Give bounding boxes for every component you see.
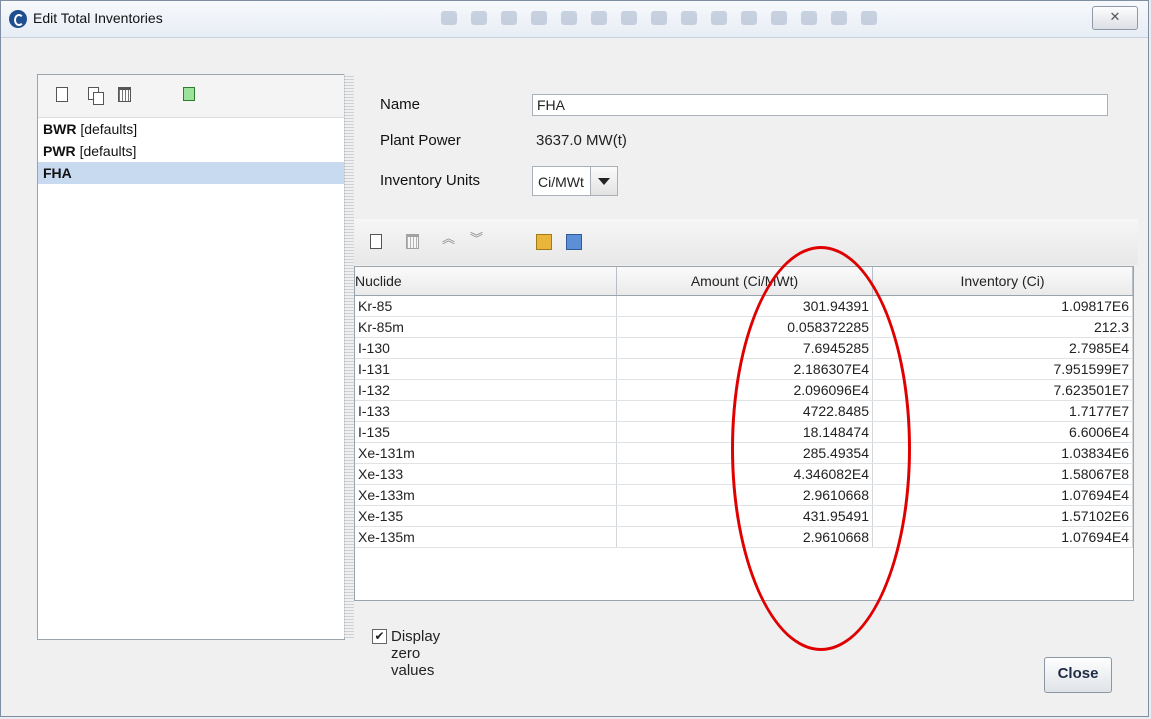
table-row[interactable]: Xe-133m 2.9610668 1.07694E4: [355, 485, 1133, 506]
amount-cell[interactable]: 2.9610668: [617, 527, 873, 547]
nuclide-cell[interactable]: I-133: [355, 401, 617, 421]
table-toolbar: ︽ ︾: [354, 219, 1138, 265]
list-item-name: FHA: [43, 165, 72, 181]
table-row[interactable]: I-133 4722.8485 1.7177E7: [355, 401, 1133, 422]
inventory-units-label: Inventory Units: [380, 172, 481, 189]
inventory-cell[interactable]: 7.623501E7: [873, 380, 1133, 400]
list-item-tag: [defaults]: [80, 121, 138, 137]
table-row[interactable]: I-132 2.096096E4 7.623501E7: [355, 380, 1133, 401]
nuclide-table: Nuclide Amount (Ci/MWt) Inventory (Ci) K…: [354, 266, 1134, 601]
table-row[interactable]: I-131 2.186307E4 7.951599E7: [355, 359, 1133, 380]
inventory-list-panel: BWR [defaults] PWR [defaults] FHA: [37, 74, 345, 640]
inventory-units-value: Ci/MWt: [538, 174, 584, 190]
table-row[interactable]: Kr-85m 0.058372285 212.3: [355, 317, 1133, 338]
col-header-nuclide[interactable]: Nuclide: [355, 267, 617, 295]
nuclide-cell[interactable]: Xe-133m: [355, 485, 617, 505]
chevron-down-icon[interactable]: [590, 167, 617, 195]
name-label: Name: [380, 96, 421, 113]
import-icon[interactable]: [536, 234, 552, 251]
col-header-amount[interactable]: Amount (Ci/MWt): [617, 267, 873, 295]
inventory-cell[interactable]: 212.3: [873, 317, 1133, 337]
table-row[interactable]: Xe-133 4.346082E4 1.58067E8: [355, 464, 1133, 485]
title-bar: Edit Total Inventories ✕: [1, 1, 1148, 38]
nuclide-cell[interactable]: I-132: [355, 380, 617, 400]
amount-cell[interactable]: 18.148474: [617, 422, 873, 442]
splitter-handle[interactable]: [344, 74, 354, 638]
edit-total-inventories-window: Edit Total Inventories ✕ BWR [defaults]: [0, 0, 1149, 717]
move-down-icon[interactable]: ︾: [470, 232, 486, 251]
inventory-cell[interactable]: 1.09817E6: [873, 296, 1133, 316]
inventory-cell[interactable]: 6.6006E4: [873, 422, 1133, 442]
name-field[interactable]: FHA: [532, 94, 1108, 116]
list-item-pwr[interactable]: PWR [defaults]: [38, 140, 344, 162]
plant-power-label: Plant Power: [380, 132, 461, 149]
list-item-name: BWR: [43, 121, 77, 137]
close-button[interactable]: Close: [1044, 657, 1112, 693]
app-icon: [9, 10, 27, 28]
inventory-list: BWR [defaults] PWR [defaults] FHA: [38, 118, 344, 184]
nuclide-cell[interactable]: I-135: [355, 422, 617, 442]
col-header-inventory[interactable]: Inventory (Ci): [873, 267, 1133, 295]
nuclide-cell[interactable]: Xe-135m: [355, 527, 617, 547]
amount-cell[interactable]: 301.94391: [617, 296, 873, 316]
amount-cell[interactable]: 285.49354: [617, 443, 873, 463]
table-row[interactable]: Xe-135 431.95491 1.57102E6: [355, 506, 1133, 527]
table-header: Nuclide Amount (Ci/MWt) Inventory (Ci): [355, 267, 1133, 296]
inventory-units-select[interactable]: Ci/MWt: [532, 166, 618, 196]
inventory-detail-panel: Name FHA Plant Power 3637.0 MW(t) Invent…: [354, 74, 1140, 679]
list-toolbar: [38, 75, 344, 118]
window-close-button[interactable]: ✕: [1092, 6, 1138, 30]
dialog-content: BWR [defaults] PWR [defaults] FHA Name F…: [9, 46, 1141, 713]
amount-cell[interactable]: 2.186307E4: [617, 359, 873, 379]
display-zero-label: Display zero values: [391, 628, 441, 679]
nuclide-cell[interactable]: I-130: [355, 338, 617, 358]
amount-cell[interactable]: 4.346082E4: [617, 464, 873, 484]
nuclide-cell[interactable]: Xe-135: [355, 506, 617, 526]
inventory-cell[interactable]: 7.951599E7: [873, 359, 1133, 379]
amount-cell[interactable]: 7.6945285: [617, 338, 873, 358]
inventory-cell[interactable]: 1.57102E6: [873, 506, 1133, 526]
inventory-cell[interactable]: 2.7985E4: [873, 338, 1133, 358]
nuclide-cell[interactable]: Kr-85m: [355, 317, 617, 337]
amount-cell[interactable]: 431.95491: [617, 506, 873, 526]
copy-doc-icon[interactable]: [88, 87, 104, 105]
table-row[interactable]: Kr-85 301.94391 1.09817E6: [355, 296, 1133, 317]
nuclide-cell[interactable]: Kr-85: [355, 296, 617, 316]
table-body: Kr-85 301.94391 1.09817E6 Kr-85m 0.058372285…: [355, 296, 1133, 548]
table-row[interactable]: Xe-131m 285.49354 1.03834E6: [355, 443, 1133, 464]
background-toolbar-ghost: [441, 11, 1081, 27]
inventory-cell[interactable]: 1.03834E6: [873, 443, 1133, 463]
plant-power-value: 3637.0 MW(t): [536, 132, 627, 149]
amount-cell[interactable]: 0.058372285: [617, 317, 873, 337]
amount-cell[interactable]: 2.096096E4: [617, 380, 873, 400]
list-item-tag: [defaults]: [79, 143, 137, 159]
table-row[interactable]: I-130 7.6945285 2.7985E4: [355, 338, 1133, 359]
inventory-cell[interactable]: 1.7177E7: [873, 401, 1133, 421]
delete-row-icon[interactable]: [406, 234, 422, 251]
export-icon[interactable]: [566, 234, 582, 251]
inventory-cell[interactable]: 1.58067E8: [873, 464, 1133, 484]
move-up-icon[interactable]: ︽: [442, 232, 458, 251]
trash-icon[interactable]: [118, 87, 134, 104]
inventory-cell[interactable]: 1.07694E4: [873, 485, 1133, 505]
add-row-icon[interactable]: [370, 234, 386, 251]
inventory-cell[interactable]: 1.07694E4: [873, 527, 1133, 547]
list-item-name: PWR: [43, 143, 76, 159]
amount-cell[interactable]: 4722.8485: [617, 401, 873, 421]
table-row[interactable]: I-135 18.148474 6.6006E4: [355, 422, 1133, 443]
list-item-bwr[interactable]: BWR [defaults]: [38, 118, 344, 140]
window-title: Edit Total Inventories: [33, 10, 163, 26]
new-doc-icon[interactable]: [56, 87, 72, 104]
nuclide-cell[interactable]: Xe-131m: [355, 443, 617, 463]
table-row[interactable]: Xe-135m 2.9610668 1.07694E4: [355, 527, 1133, 548]
display-zero-checkbox[interactable]: ✔: [372, 629, 387, 644]
nuclide-cell[interactable]: Xe-133: [355, 464, 617, 484]
nuclide-cell[interactable]: I-131: [355, 359, 617, 379]
import-icon[interactable]: [183, 87, 199, 104]
list-item-fha[interactable]: FHA: [38, 162, 344, 184]
amount-cell[interactable]: 2.9610668: [617, 485, 873, 505]
